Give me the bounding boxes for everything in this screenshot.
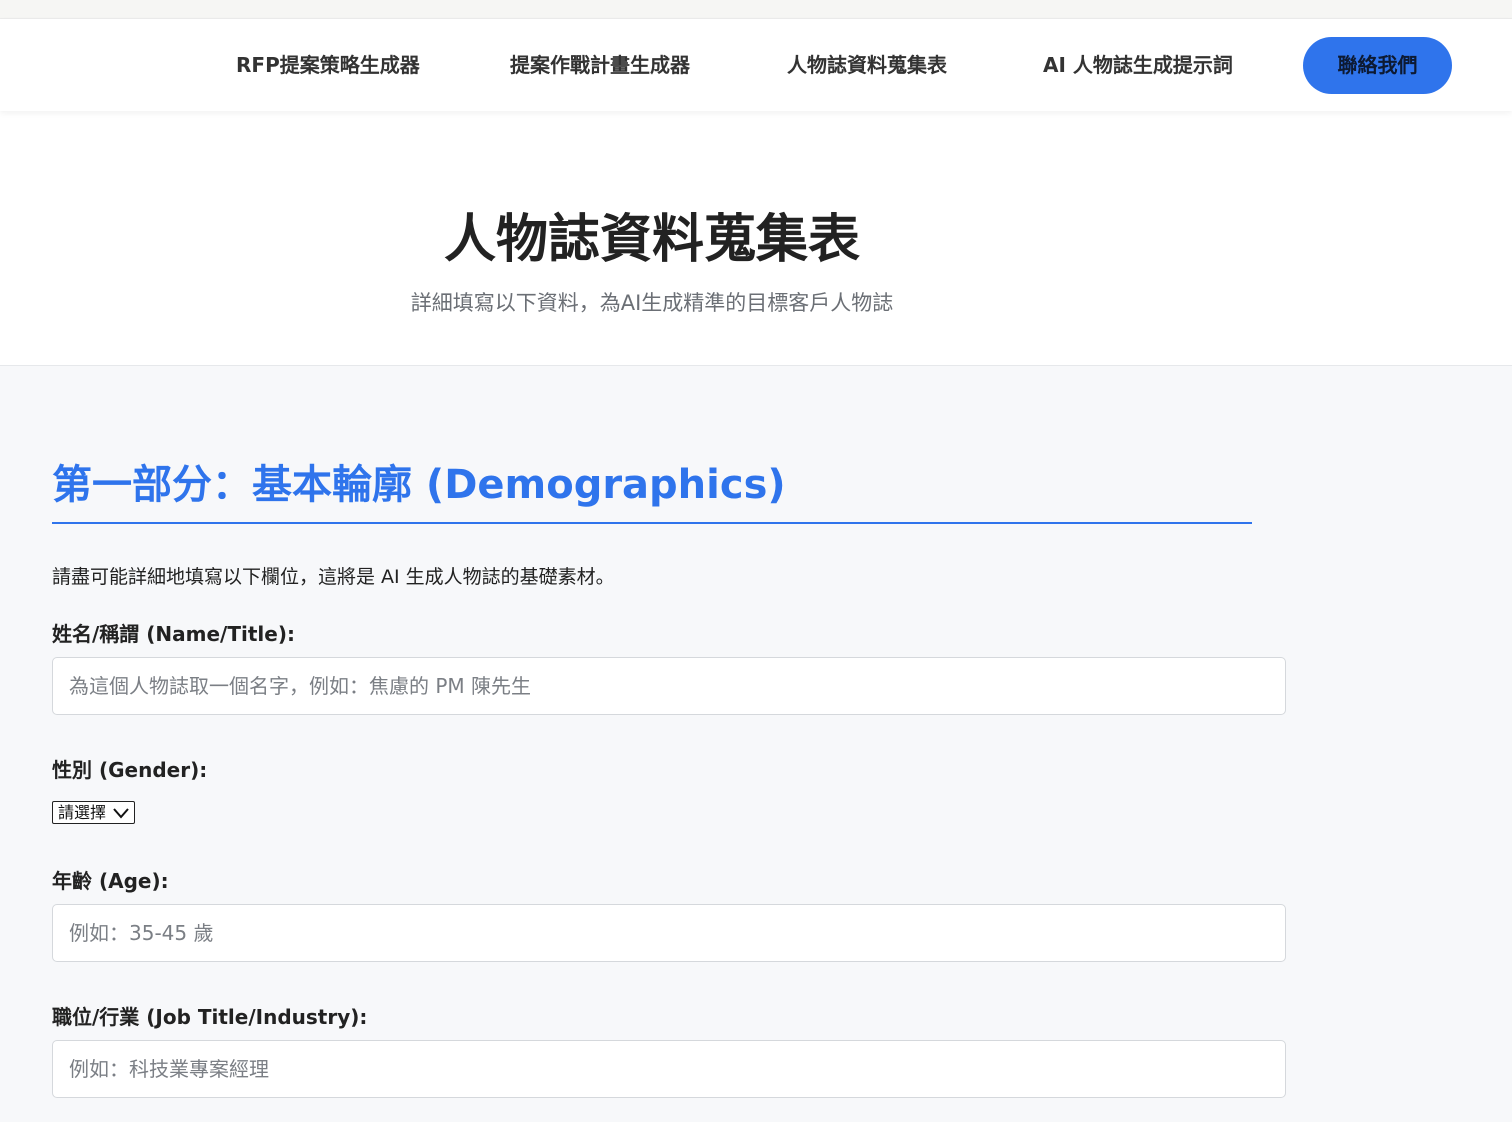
gender-select-value: 請選擇 — [58, 803, 107, 822]
job-label: 職位/行業 (Job Title/Industry): — [52, 1005, 368, 1029]
section-title: 第一部分：基本輪廓 (Demographics) — [52, 462, 786, 508]
page-subtitle: 詳細填寫以下資料，為AI生成精準的目標客戶人物誌 — [410, 291, 894, 315]
contact-us-button[interactable]: 聯絡我們 — [1303, 37, 1452, 94]
name-input[interactable] — [52, 657, 1286, 715]
chevron-down-icon — [113, 807, 129, 819]
section-divider — [52, 522, 1252, 524]
hero-section: 人物誌資料蒐集表 詳細填寫以下資料，為AI生成精準的目標客戶人物誌 — [0, 111, 1512, 366]
gender-label: 性別 (Gender): — [52, 758, 208, 782]
name-label: 姓名/稱謂 (Name/Title): — [52, 622, 295, 646]
gender-select[interactable]: 請選擇 — [52, 801, 136, 824]
nav-link-rfp-strategy[interactable]: RFP提案策略生成器 — [236, 19, 420, 111]
nav-link-persona-form[interactable]: 人物誌資料蒐集表 — [787, 19, 947, 111]
job-input[interactable] — [52, 1040, 1286, 1098]
section-intro: 請盡可能詳細地填寫以下欄位，這將是 AI 生成人物誌的基礎素材。 — [52, 566, 615, 588]
age-input[interactable] — [52, 904, 1286, 962]
browser-top-strip — [0, 0, 1512, 19]
top-navbar: RFP提案策略生成器 提案作戰計畫生成器 人物誌資料蒐集表 AI 人物誌生成提示… — [0, 19, 1512, 111]
nav-link-ai-persona-prompt[interactable]: AI 人物誌生成提示詞 — [1043, 19, 1233, 111]
nav-link-battle-plan[interactable]: 提案作戰計畫生成器 — [510, 19, 690, 111]
page-title: 人物誌資料蒐集表 — [443, 210, 860, 270]
age-label: 年齡 (Age): — [52, 869, 169, 893]
